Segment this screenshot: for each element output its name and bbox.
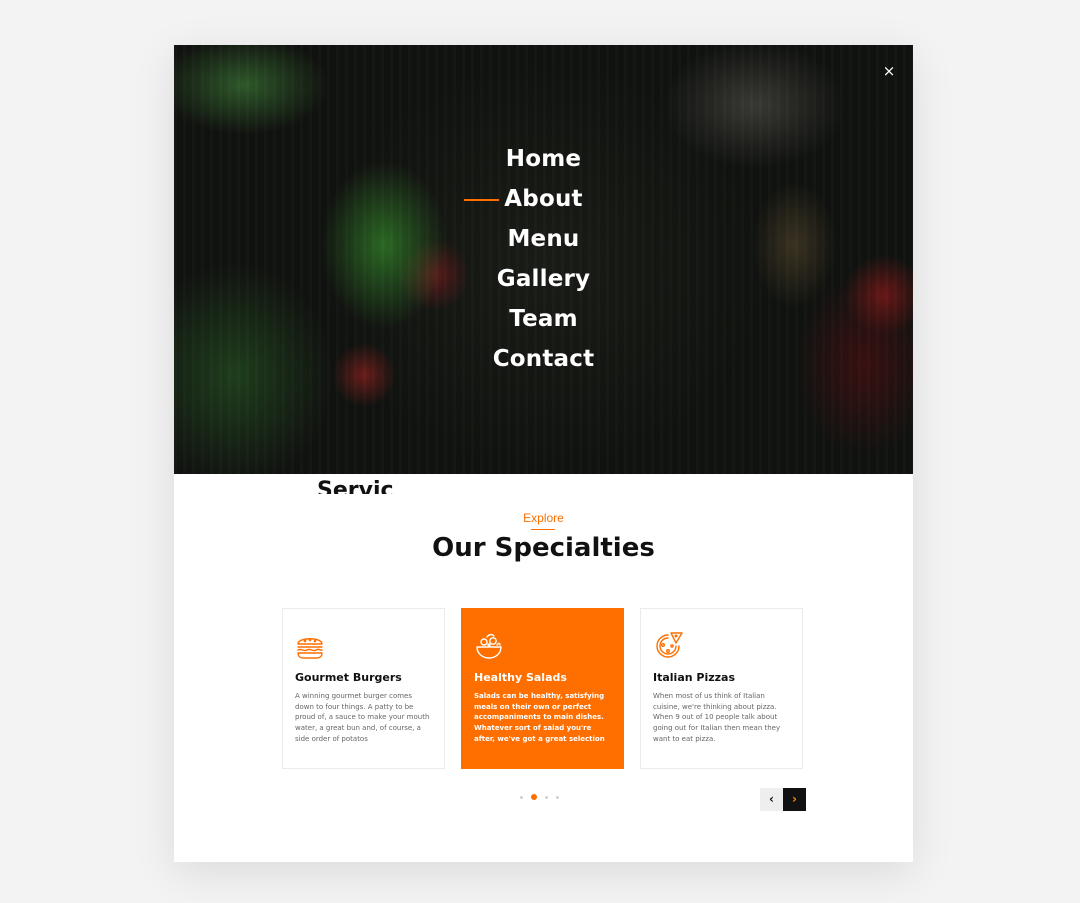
pagination-dot-4[interactable] [556, 795, 559, 799]
page-container: × Home About Menu Gallery Team Contact S… [174, 45, 913, 862]
nav-item-contact[interactable]: Contact [174, 339, 913, 379]
eyebrow-underline [531, 529, 555, 530]
section-eyebrow: Explore [523, 511, 564, 525]
burger-icon [297, 638, 323, 659]
specialty-card-burgers[interactable]: Gourmet Burgers A winning gourmet burger… [282, 608, 445, 769]
section-title: Our Specialties [432, 533, 655, 563]
nav-item-about[interactable]: About [174, 179, 913, 219]
card-description: A winning gourmet burger comes down to f… [295, 692, 430, 743]
nav-item-home[interactable]: Home [174, 139, 913, 179]
specialty-card-pizzas[interactable]: Italian Pizzas When most of us think of … [640, 608, 803, 769]
carousel-prev-button[interactable]: ‹ [760, 788, 783, 811]
nav-item-team[interactable]: Team [174, 299, 913, 339]
card-title: Gourmet Burgers [295, 671, 402, 684]
pagination-dot-3[interactable] [545, 795, 548, 799]
salad-icon [476, 633, 502, 659]
pizza-icon [656, 632, 683, 658]
specialty-card-salads[interactable]: Healthy Salads Salads can be healthy, sa… [461, 608, 624, 769]
carousel-pagination [520, 794, 559, 800]
carousel-next-button[interactable]: › [783, 788, 806, 811]
card-title: Healthy Salads [474, 671, 567, 684]
card-description: Salads can be healthy, satisfying meals … [474, 692, 605, 743]
card-description: When most of us think of Italian cuisine… [653, 692, 781, 743]
nav-item-gallery[interactable]: Gallery [174, 259, 913, 299]
pagination-dot-1[interactable] [520, 795, 523, 799]
partially-hidden-heading: Servic [317, 478, 394, 494]
overlay-nav: Home About Menu Gallery Team Contact [174, 139, 913, 379]
close-icon[interactable]: × [879, 61, 899, 81]
pagination-dot-2[interactable] [531, 794, 537, 800]
nav-item-menu[interactable]: Menu [174, 219, 913, 259]
card-title: Italian Pizzas [653, 671, 736, 684]
